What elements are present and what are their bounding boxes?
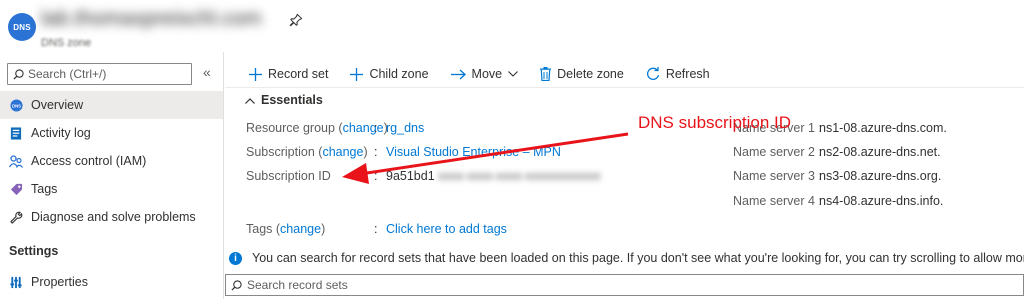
settings-section-header: Settings (9, 244, 59, 258)
sidebar-search-input[interactable]: Search (Ctrl+/) (7, 63, 192, 85)
activity-log-icon (9, 126, 23, 140)
toolbar-divider (225, 87, 1024, 88)
resource-group-label: Resource group (change) (246, 121, 388, 135)
record-set-search-input[interactable]: Search record sets (225, 274, 1024, 296)
command-bar: Record set Child zone Move Delete zone R… (225, 60, 710, 88)
refresh-label: Refresh (665, 67, 710, 81)
resource-type: DNS zone (41, 37, 92, 49)
svg-text:DNS: DNS (12, 103, 21, 108)
tags-change-link[interactable]: change (280, 222, 321, 236)
move-button[interactable]: Move (450, 67, 519, 81)
sidebar-search-placeholder: Search (Ctrl+/) (28, 67, 107, 81)
info-message-bar: i You can search for record sets that ha… (225, 247, 1024, 269)
info-icon: i (229, 251, 242, 265)
name-server-2-label: Name server 2 : (733, 145, 822, 159)
tag-icon (9, 182, 23, 196)
name-server-3-label: Name server 3 : (733, 169, 822, 183)
info-message: You can search for record sets that have… (252, 251, 1024, 265)
name-server-3-value: ns3-08.azure-dns.org. (819, 169, 942, 183)
page-header: DNS lab.thomaspreischl.com DNS zone (0, 0, 1024, 52)
search-icon (13, 68, 24, 80)
sidebar-item-label: Properties (31, 275, 88, 289)
name-server-4-label: Name server 4 : (733, 194, 822, 208)
sidebar-item-label: Overview (31, 98, 84, 112)
search-icon (231, 279, 242, 291)
refresh-button[interactable]: Refresh (646, 67, 710, 81)
subscription-id-sep: : (374, 169, 378, 183)
delete-zone-label: Delete zone (557, 67, 624, 81)
arrow-right-icon (450, 69, 466, 80)
subscription-id-redacted: xxxx-xxxx-xxxx-xxxxxxxxxxxx (438, 169, 601, 183)
people-icon (9, 154, 23, 168)
sidebar-item-tags[interactable]: Tags (0, 175, 223, 203)
record-set-label: Record set (268, 67, 329, 81)
add-record-set-button[interactable]: Record set (249, 67, 328, 81)
subscription-id-label: Subscription ID (246, 169, 331, 183)
sidebar-item-properties[interactable]: Properties (0, 268, 223, 296)
sidebar-item-access-control[interactable]: Access control (IAM) (0, 147, 223, 175)
plus-icon (350, 67, 364, 81)
trash-icon (540, 67, 552, 81)
chevron-down-icon (508, 71, 518, 77)
sidebar-item-label: Access control (IAM) (31, 154, 147, 168)
tags-sep: : (374, 222, 378, 236)
resource-title: lab.thomaspreischl.com (41, 7, 262, 30)
subscription-id-value: 9a51bd1 xxxx-xxxx-xxxx-xxxxxxxxxxxx (386, 169, 601, 183)
sidebar-item-label: Tags (31, 182, 58, 196)
sidebar-item-activity-log[interactable]: Activity log (0, 119, 223, 147)
tags-label: Tags (change) (246, 222, 326, 236)
essentials-toggle[interactable]: Essentials (245, 93, 323, 107)
sidebar-item-label: Diagnose and solve problems (31, 210, 196, 224)
move-label: Move (471, 67, 503, 81)
dns-zone-logo-icon: DNS (8, 13, 36, 41)
sidebar: Search (Ctrl+/) « DNS Overview Activity … (0, 52, 224, 299)
annotation-label: DNS subscription ID (638, 113, 792, 132)
subscription-change-link[interactable]: change (322, 145, 363, 159)
name-server-4-value: ns4-08.azure-dns.info. (819, 194, 944, 208)
plus-icon (249, 67, 262, 81)
sidebar-item-overview[interactable]: DNS Overview (0, 91, 223, 119)
add-child-zone-button[interactable]: Child zone (350, 67, 429, 81)
resource-group-link[interactable]: rg_dns (386, 121, 424, 135)
dns-zone-icon: DNS (9, 98, 23, 112)
add-tags-link[interactable]: Click here to add tags (386, 222, 507, 236)
properties-icon (9, 275, 23, 289)
sidebar-item-diagnose[interactable]: Diagnose and solve problems (0, 203, 223, 231)
sidebar-item-label: Activity log (31, 126, 91, 140)
refresh-icon (646, 67, 660, 81)
resource-group-sep: : (374, 121, 378, 135)
essentials-title: Essentials (261, 93, 323, 107)
pin-icon[interactable] (289, 13, 303, 27)
collapse-sidebar-icon[interactable]: « (203, 64, 211, 80)
wrench-icon (9, 210, 23, 224)
record-set-search-placeholder: Search record sets (247, 278, 348, 292)
subscription-link[interactable]: Visual Studio Enterprise – MPN (386, 145, 561, 159)
name-server-2-value: ns2-08.azure-dns.net. (819, 145, 941, 159)
subscription-sep: : (374, 145, 378, 159)
child-zone-label: Child zone (369, 67, 429, 81)
name-server-1-value: ns1-08.azure-dns.com. (819, 121, 947, 135)
delete-zone-button[interactable]: Delete zone (540, 67, 624, 81)
subscription-label: Subscription (change) (246, 145, 368, 159)
chevron-up-icon (245, 93, 255, 107)
